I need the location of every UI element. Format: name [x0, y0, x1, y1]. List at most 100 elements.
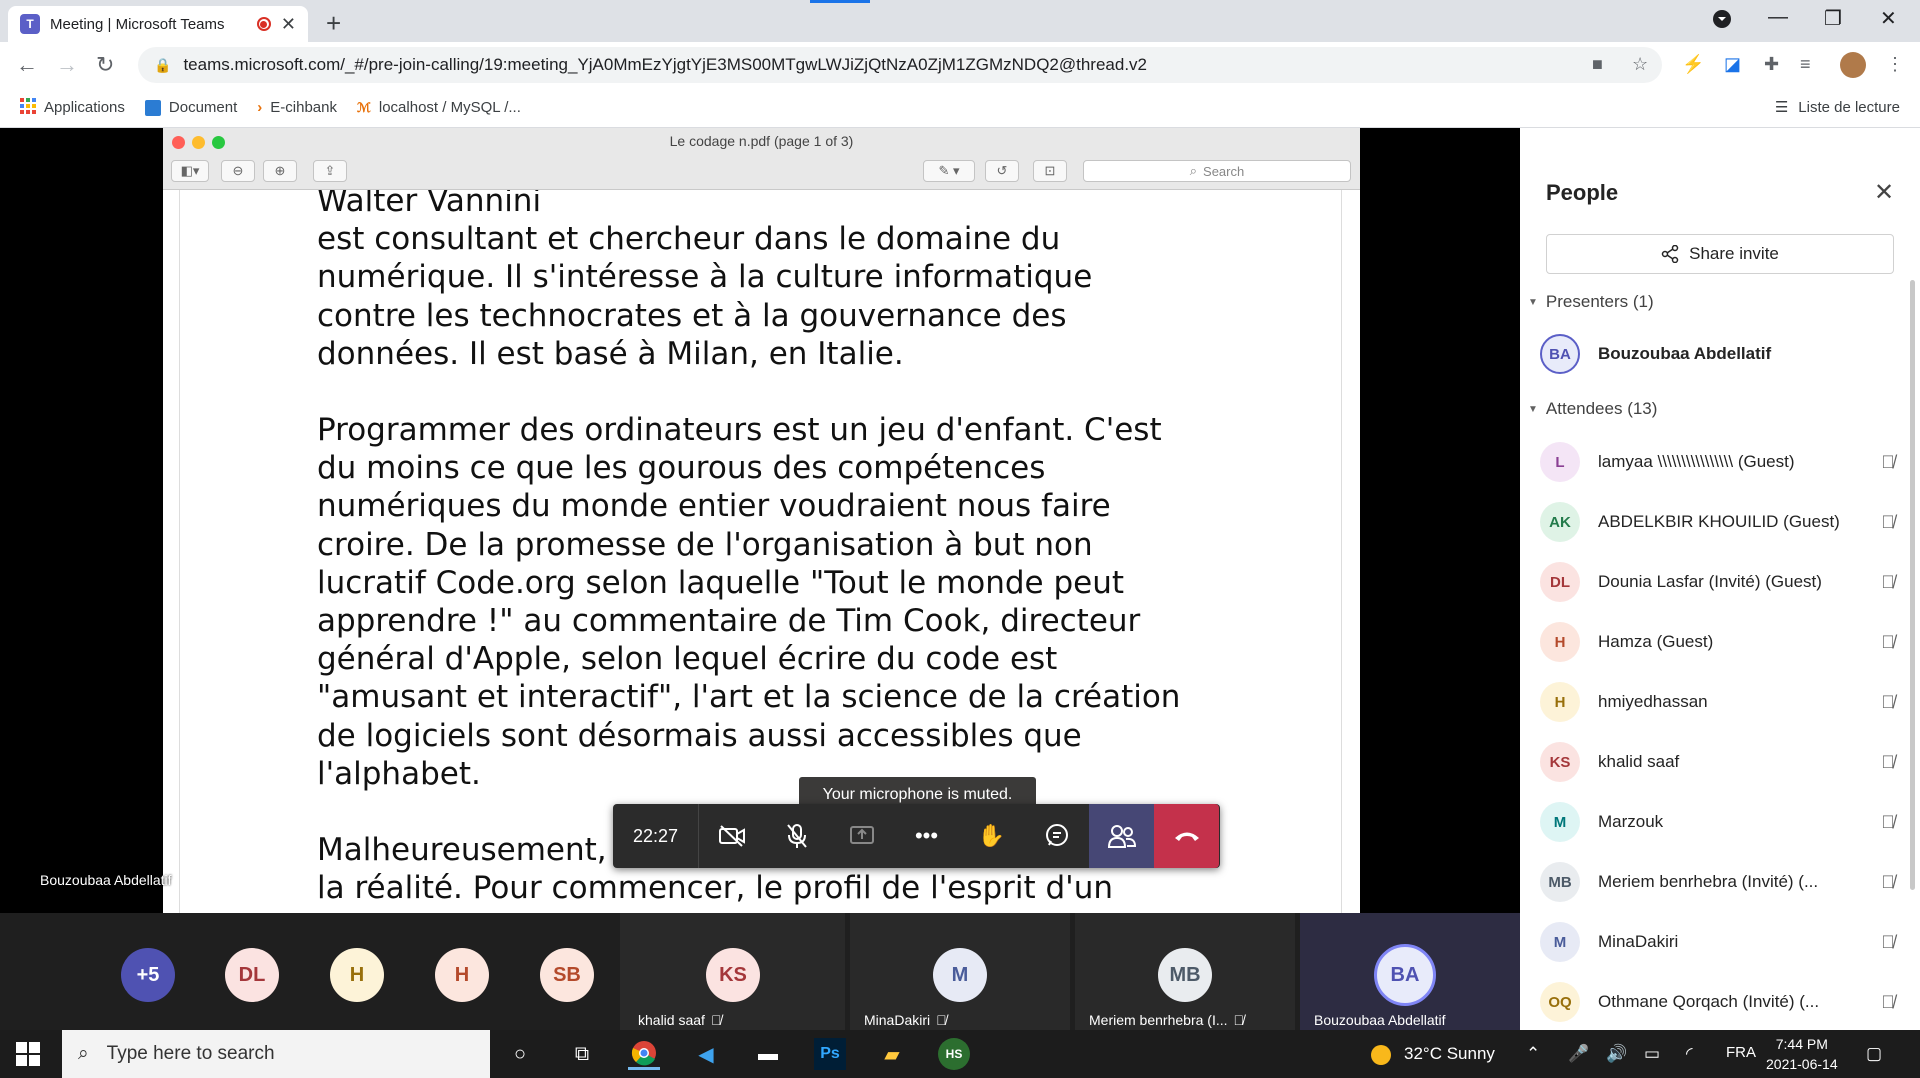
pdf-search-field[interactable]: ⌕ Search [1083, 160, 1351, 182]
participant-name: Marzouk [1598, 812, 1664, 831]
minimize-icon[interactable]: — [1768, 6, 1788, 29]
bookmark-applications[interactable]: Applications [20, 97, 125, 118]
windows-start-icon[interactable] [16, 1042, 40, 1066]
close-panel-icon[interactable]: ✕ [1874, 178, 1894, 207]
browser-tab-strip: T Meeting | Microsoft Teams ✕ + — ❐ ✕ [0, 0, 1920, 42]
extensions-puzzle-icon[interactable]: ✚ [1764, 54, 1779, 75]
participant-name: Othmane Qorqach (Invité) (... [1598, 992, 1820, 1011]
participants-button[interactable] [1089, 804, 1154, 868]
profile-avatar[interactable] [1840, 52, 1866, 78]
attendees-section-header[interactable]: ▼ Attendees (13) [1528, 399, 1657, 419]
browser-tab-teams[interactable]: T Meeting | Microsoft Teams ✕ [8, 6, 308, 42]
hang-up-icon [1174, 832, 1199, 841]
language-indicator[interactable]: FRA [1726, 1044, 1756, 1061]
avatar: H [330, 948, 384, 1002]
media-control-icon[interactable]: ≡ [1800, 54, 1811, 75]
show-hidden-icons[interactable]: ⌃ [1526, 1044, 1540, 1064]
bookmark-phpmyadmin[interactable]: ℳ localhost / MySQL /... [357, 99, 521, 116]
pdf-title: Le codage n.pdf (page 1 of 3) [669, 133, 854, 149]
share-icon[interactable]: ⇪ [313, 160, 347, 182]
participant-row[interactable]: H Hamza (Guest) 🎙̸ [1540, 618, 1900, 666]
rotate-icon[interactable]: ↺ [985, 160, 1019, 182]
chrome-icon[interactable] [628, 1038, 660, 1070]
weather-text[interactable]: 32°C Sunny [1404, 1044, 1495, 1064]
menu-kebab-icon[interactable]: ⋮ [1886, 54, 1904, 75]
extension-icon[interactable]: ◪ [1724, 54, 1741, 75]
people-scrollbar[interactable] [1910, 280, 1915, 890]
task-view-icon[interactable]: ⧉ [566, 1038, 598, 1070]
bookmark-star-icon[interactable]: ☆ [1632, 54, 1648, 75]
share-screen-button[interactable] [829, 804, 894, 868]
toolbox-icon[interactable]: ⊡ [1033, 160, 1067, 182]
participant-row[interactable]: M MinaDakiri 🎙̸ [1540, 918, 1900, 966]
file-explorer-icon[interactable]: ▰ [876, 1038, 908, 1070]
reading-list-button[interactable]: ☰ Liste de lecture [1775, 98, 1900, 117]
camera-toggle-button[interactable] [699, 804, 764, 868]
teams-logo-icon: T [20, 14, 40, 34]
more-actions-button[interactable]: ••• [894, 804, 959, 868]
share-invite-button[interactable]: Share invite [1546, 234, 1894, 274]
raise-hand-button[interactable]: ✋ [959, 804, 1024, 868]
photoshop-icon[interactable]: Ps [814, 1038, 846, 1070]
reload-icon[interactable]: ↻ [96, 52, 114, 78]
participant-tile[interactable]: MB Meriem benrhebra (I... 🎙̸ [1075, 913, 1295, 1030]
address-bar[interactable]: 🔒 teams.microsoft.com/_#/pre-join-callin… [138, 47, 1662, 83]
cortana-icon[interactable]: ○ [504, 1038, 536, 1070]
participant-row[interactable]: BA Bouzoubaa Abdellatif [1540, 330, 1900, 378]
hs-app-icon[interactable]: HS [938, 1038, 970, 1070]
participant-row[interactable]: MB Meriem benrhebra (Invité) (... 🎙̸ [1540, 858, 1900, 906]
participant-tile[interactable]: M MinaDakiri 🎙̸ [850, 913, 1070, 1030]
microphone-tray-icon[interactable]: 🎤 [1568, 1044, 1589, 1064]
participant-row[interactable]: M Marzouk 🎙̸ [1540, 798, 1900, 846]
participant-row[interactable]: L lamyaa \\\\\\\\\\\\\\\\ (Guest) 🎙̸ [1540, 438, 1900, 486]
sidebar-toggle-icon[interactable]: ◧▾ [171, 160, 209, 182]
chat-icon [1045, 824, 1068, 846]
shared-screen-stage: Le codage n.pdf (page 1 of 3) ◧▾ ⊖ ⊕ ⇪ ✎… [0, 128, 1520, 913]
notifications-icon[interactable]: ▢ [1866, 1044, 1882, 1064]
avatar: MB [1540, 862, 1580, 902]
battery-icon[interactable]: ▭ [1644, 1044, 1660, 1064]
tab-search-icon[interactable] [1712, 9, 1732, 35]
vscode-icon[interactable]: ◀ [690, 1038, 722, 1070]
wifi-icon[interactable]: ◜ [1686, 1044, 1693, 1064]
participant-name: Dounia Lasfar (Invité) (Guest) [1598, 572, 1822, 591]
taskbar-search-box[interactable]: ⌕ Type here to search [62, 1030, 490, 1078]
tab-title: Meeting | Microsoft Teams [50, 15, 225, 33]
participant-name: Hamza (Guest) [1598, 632, 1714, 651]
mic-toggle-button[interactable] [764, 804, 829, 868]
terminal-icon[interactable]: ▬ [752, 1038, 784, 1070]
bookmark-e-cihbank[interactable]: › E-cihbank [257, 99, 337, 116]
avatar: OQ [1540, 982, 1580, 1022]
new-tab-icon[interactable]: + [326, 8, 341, 39]
tab-close-icon[interactable]: ✕ [281, 14, 296, 35]
zoom-out-icon[interactable]: ⊖ [221, 160, 255, 182]
bookmark-document[interactable]: Document [144, 99, 237, 116]
volume-icon[interactable]: 🔊 [1606, 1044, 1627, 1064]
extension-pen-icon[interactable]: ⚡ [1682, 54, 1704, 75]
zoom-in-icon[interactable]: ⊕ [263, 160, 297, 182]
presenters-section-header[interactable]: ▼ Presenters (1) [1528, 292, 1654, 312]
markup-pen-icon[interactable]: ✎ ▾ [923, 160, 975, 182]
forward-icon[interactable]: → [56, 52, 78, 78]
avatar: H [1540, 682, 1580, 722]
chat-button[interactable] [1024, 804, 1089, 868]
taskbar-clock[interactable]: 7:44 PM 2021-06-14 [1766, 1034, 1838, 1074]
overflow-participants-button[interactable]: +5 [121, 948, 175, 1002]
hang-up-button[interactable] [1154, 804, 1219, 868]
back-icon[interactable]: ← [16, 52, 38, 78]
participant-tile[interactable]: KS khalid saaf 🎙̸ [620, 913, 845, 1030]
avatar: KS [706, 948, 760, 1002]
maximize-icon[interactable]: ❐ [1824, 6, 1842, 31]
participant-row[interactable]: AK ABDELKBIR KHOUILID (Guest) 🎙̸ [1540, 498, 1900, 546]
mic-off-icon: 🎙̸ [1881, 691, 1895, 712]
camera-blocked-icon[interactable]: ■ [1592, 54, 1603, 75]
participant-name: hmiyedhassan [1598, 692, 1708, 711]
document-icon [144, 99, 161, 116]
close-window-icon[interactable]: ✕ [1880, 6, 1897, 31]
participant-row[interactable]: H hmiyedhassan 🎙̸ [1540, 678, 1900, 726]
participant-row[interactable]: KS khalid saaf 🎙̸ [1540, 738, 1900, 786]
participant-row[interactable]: OQ Othmane Qorqach (Invité) (... 🎙̸ [1540, 978, 1900, 1026]
participant-tile-self[interactable]: BA Bouzoubaa Abdellatif [1300, 913, 1520, 1030]
pdf-paragraph: Programmer des ordinateurs est un jeu d'… [317, 412, 1181, 792]
participant-row[interactable]: DL Dounia Lasfar (Invité) (Guest) 🎙̸ [1540, 558, 1900, 606]
